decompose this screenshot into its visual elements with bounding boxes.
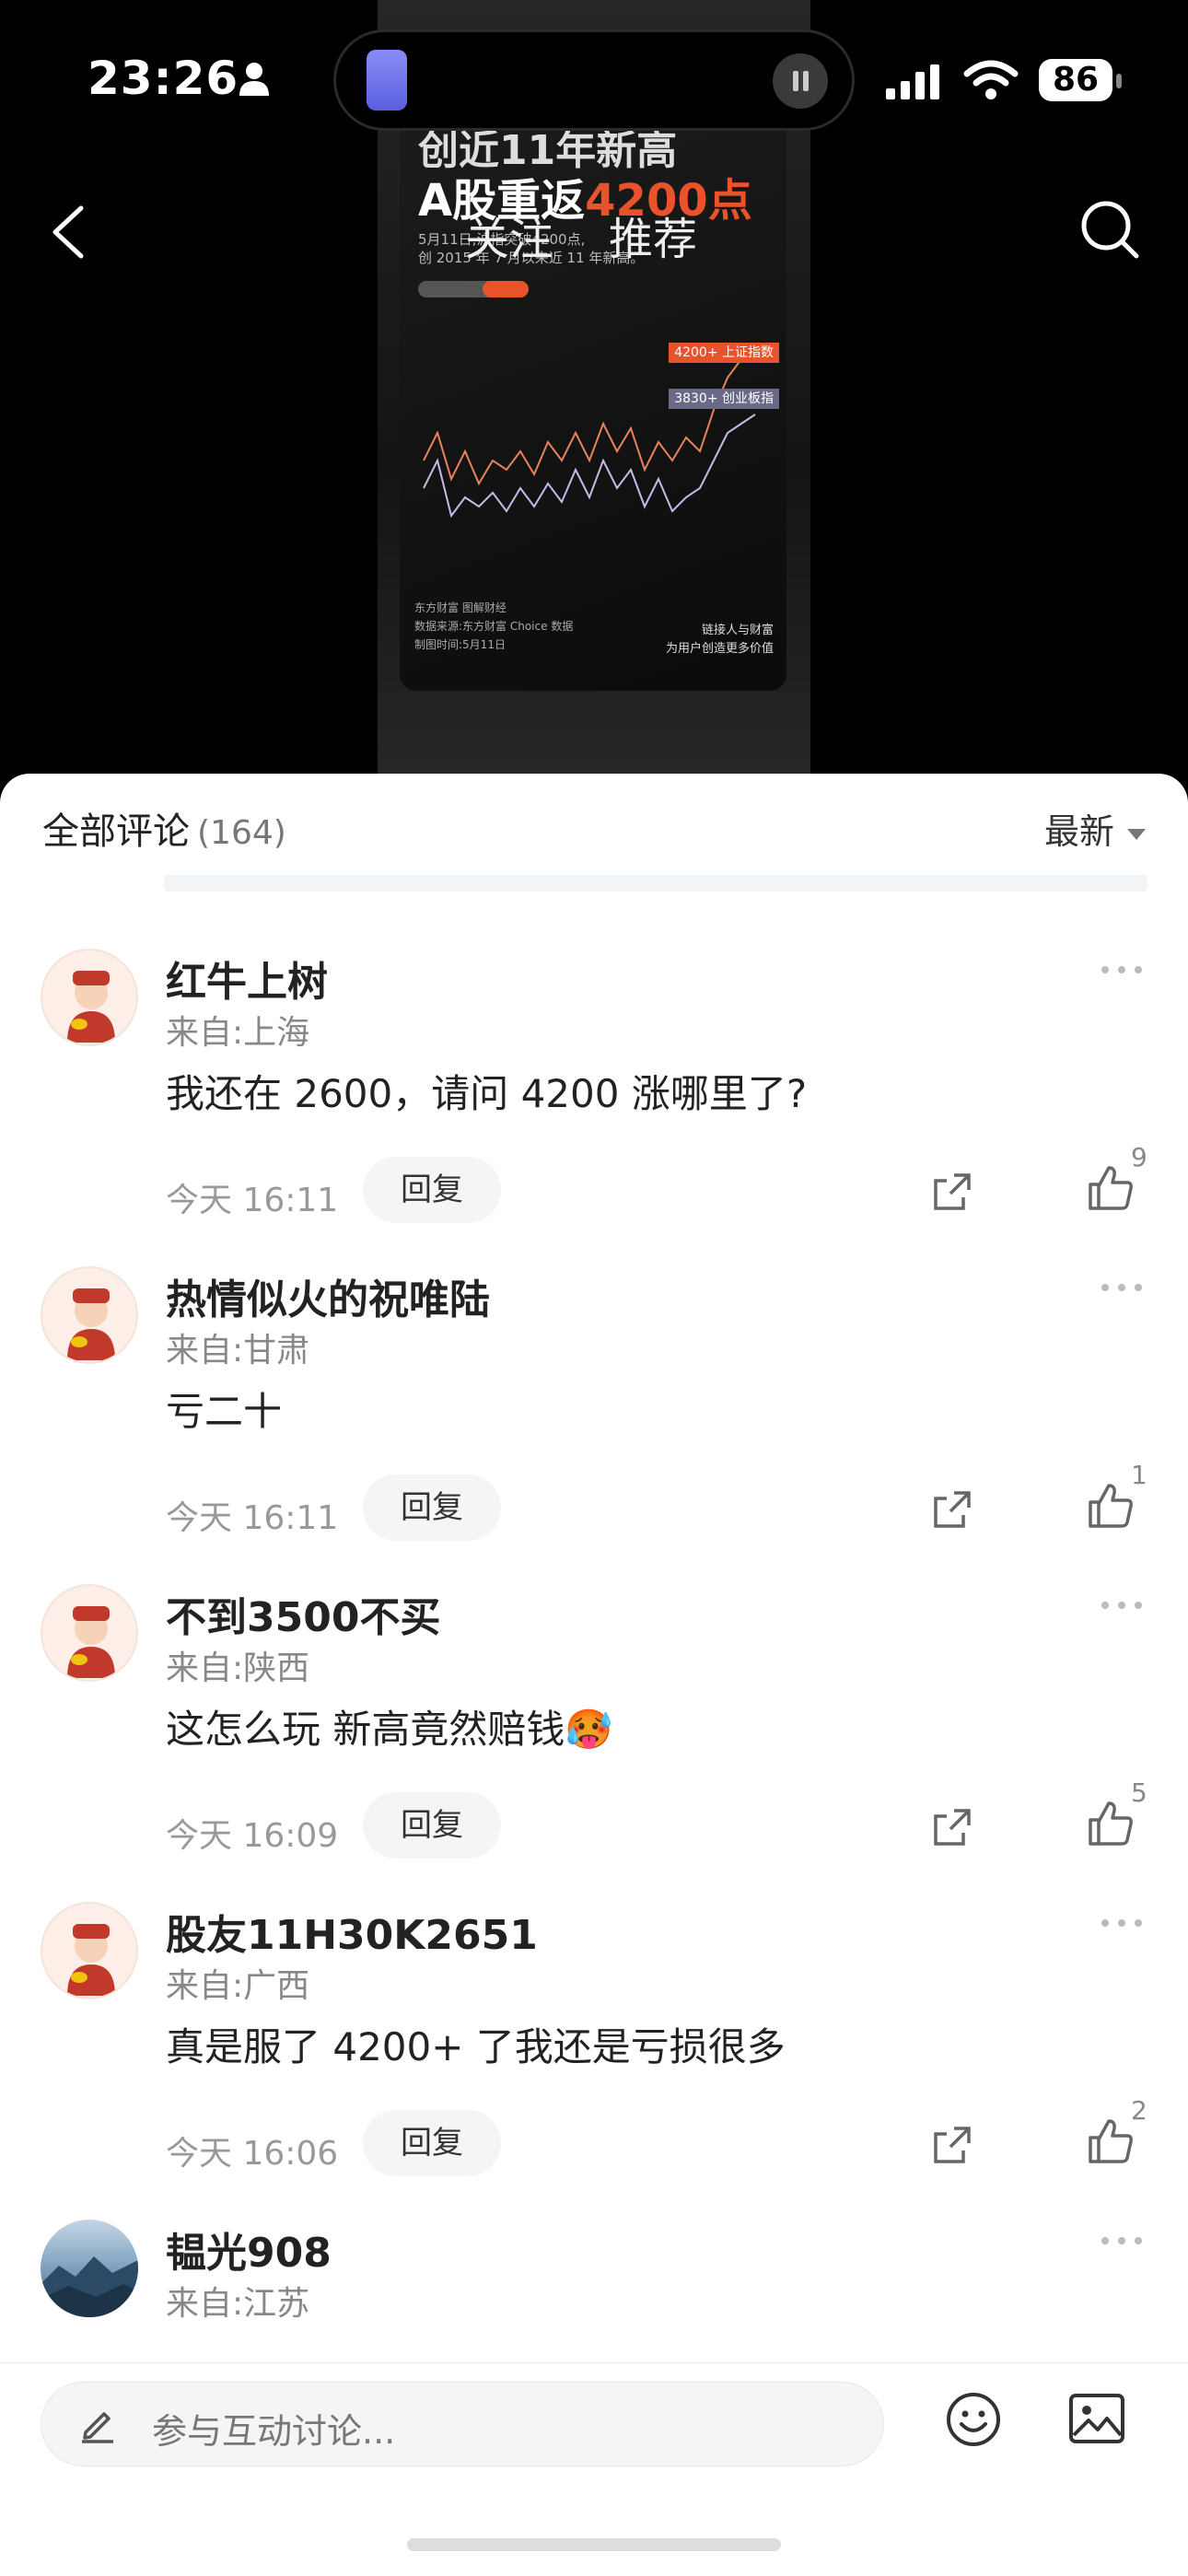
location: 来自:江苏 [166, 2285, 310, 2323]
divider-bar [164, 875, 1147, 892]
comment-text: 真是服了 4200+ 了我还是亏损很多 [166, 2024, 786, 2069]
like-count: 1 [1131, 1460, 1147, 1490]
avatar[interactable] [41, 949, 138, 1046]
image-icon[interactable] [1068, 2393, 1125, 2444]
comment-item: 股友11H30K2651 来自:广西 真是服了 4200+ 了我还是亏损很多 今… [0, 1902, 1188, 2220]
comment-header: 全部评论 (164) [42, 801, 286, 855]
caret-down-icon [1127, 828, 1146, 840]
username[interactable]: 股友11H30K2651 [166, 1902, 538, 1961]
reply-button[interactable]: 回复 [363, 1792, 501, 1859]
feed-tabs: 关注 推荐 [465, 203, 752, 267]
comment-input-bar: 参与互动讨论... [0, 2362, 1188, 2576]
reply-button[interactable]: 回复 [363, 1157, 501, 1223]
comment-sheet: 全部评论 (164) 最新 红牛上树 来自:上海 我还在 2600，请问 4200… [0, 774, 1188, 2575]
avatar[interactable] [41, 1902, 138, 1999]
timestamp: 今天 16:06 [166, 2135, 339, 2173]
more-icon[interactable] [1100, 2234, 1144, 2247]
comment-text: 亏二十 [166, 1389, 283, 1434]
poster-slogan: 链接人与财富 为用户创造更多价值 [665, 624, 774, 656]
sort-dropdown[interactable]: 最新 [1044, 803, 1146, 854]
like-count: 9 [1131, 1142, 1147, 1172]
battery-tip [1116, 74, 1122, 88]
battery-indicator: 86 [1039, 59, 1112, 101]
avatar[interactable] [41, 2220, 138, 2317]
username[interactable]: 红牛上树 [166, 949, 328, 1008]
reply-button[interactable]: 回复 [363, 1474, 501, 1541]
island-app-icon [367, 50, 407, 111]
location: 来自:广西 [166, 1967, 310, 2005]
comment-count: (164) [197, 814, 286, 852]
comment-text: 这怎么玩 新高竟然赔钱🥵 [166, 1707, 613, 1752]
more-icon[interactable] [1100, 963, 1144, 976]
share-icon[interactable] [930, 1805, 974, 1849]
poster-tag-sse: 4200+ 上证指数 [669, 343, 779, 363]
pencil-icon [82, 2412, 113, 2443]
timestamp: 今天 16:09 [166, 1817, 339, 1855]
like-count: 5 [1131, 1778, 1147, 1808]
comment-input-placeholder: 参与互动讨论... [152, 2411, 396, 2452]
poster-headline-1: 创近11年新高 [418, 127, 678, 174]
poster-badge-accent [483, 281, 529, 297]
location: 来自:陕西 [166, 1649, 310, 1687]
home-indicator [407, 2538, 781, 2551]
username[interactable]: 韫光908 [166, 2220, 332, 2279]
comment-item: 热情似火的祝唯陆 来自:甘肃 亏二十 今天 16:11 回复 1 [0, 1266, 1188, 1584]
more-icon[interactable] [1100, 1917, 1144, 1929]
thumbs-up-icon[interactable] [1087, 1482, 1135, 1530]
comment-input[interactable]: 参与互动讨论... [41, 2382, 884, 2466]
thumbs-up-icon[interactable] [1087, 1800, 1135, 1847]
location: 来自:甘肃 [166, 1332, 310, 1370]
reply-button[interactable]: 回复 [363, 2110, 501, 2176]
username[interactable]: 不到3500不买 [166, 1584, 440, 1643]
like-count: 2 [1131, 2095, 1147, 2126]
back-arrow-icon[interactable] [48, 203, 88, 262]
poster-image[interactable]: 创近11年新高 A股重返4200点 5月11日,沪指突破4200点, 创 2015… [400, 101, 786, 691]
timestamp: 今天 16:11 [166, 1182, 339, 1219]
wifi-icon [963, 60, 1019, 99]
avatar[interactable] [41, 1266, 138, 1364]
comment-item: 不到3500不买 来自:陕西 这怎么玩 新高竟然赔钱🥵 今天 16:09 回复 … [0, 1584, 1188, 1902]
avatar[interactable] [41, 1584, 138, 1682]
comment-text: 我还在 2600，请问 4200 涨哪里了? [166, 1071, 808, 1116]
emoji-icon[interactable] [945, 2391, 1002, 2448]
more-icon[interactable] [1100, 1281, 1144, 1294]
tab-follow[interactable]: 关注 [465, 214, 553, 265]
username[interactable]: 热情似火的祝唯陆 [166, 1266, 490, 1325]
comment-item: 红牛上树 来自:上海 我还在 2600，请问 4200 涨哪里了? 今天 16:… [0, 949, 1188, 1266]
location: 来自:上海 [166, 1014, 310, 1052]
more-icon[interactable] [1100, 1599, 1144, 1612]
poster-footer: 东方财富 图解财经 数据来源:东方财富 Choice 数据 制图时间:5月11日 [414, 601, 574, 651]
thumbs-up-icon[interactable] [1087, 1164, 1135, 1212]
status-time: 23:26 [87, 52, 239, 105]
poster-tag-gem: 3830+ 创业板指 [669, 389, 779, 409]
thumbs-up-icon[interactable] [1087, 2117, 1135, 2165]
share-icon[interactable] [930, 1487, 974, 1532]
comment-title: 全部评论 [42, 810, 190, 853]
tab-recommend[interactable]: 推荐 [609, 214, 697, 265]
timestamp: 今天 16:11 [166, 1499, 339, 1537]
share-icon[interactable] [930, 1170, 974, 1214]
pause-icon[interactable] [773, 53, 828, 109]
comment-item: 韫光908 来自:江苏 [0, 2220, 1188, 2367]
share-icon[interactable] [930, 2123, 974, 2167]
video-area: 创近11年新高 A股重返4200点 5月11日,沪指突破4200点, 创 2015… [0, 0, 1188, 774]
person-icon [239, 63, 269, 96]
search-icon[interactable] [1079, 199, 1140, 260]
cellular-signal-icon [886, 64, 939, 99]
